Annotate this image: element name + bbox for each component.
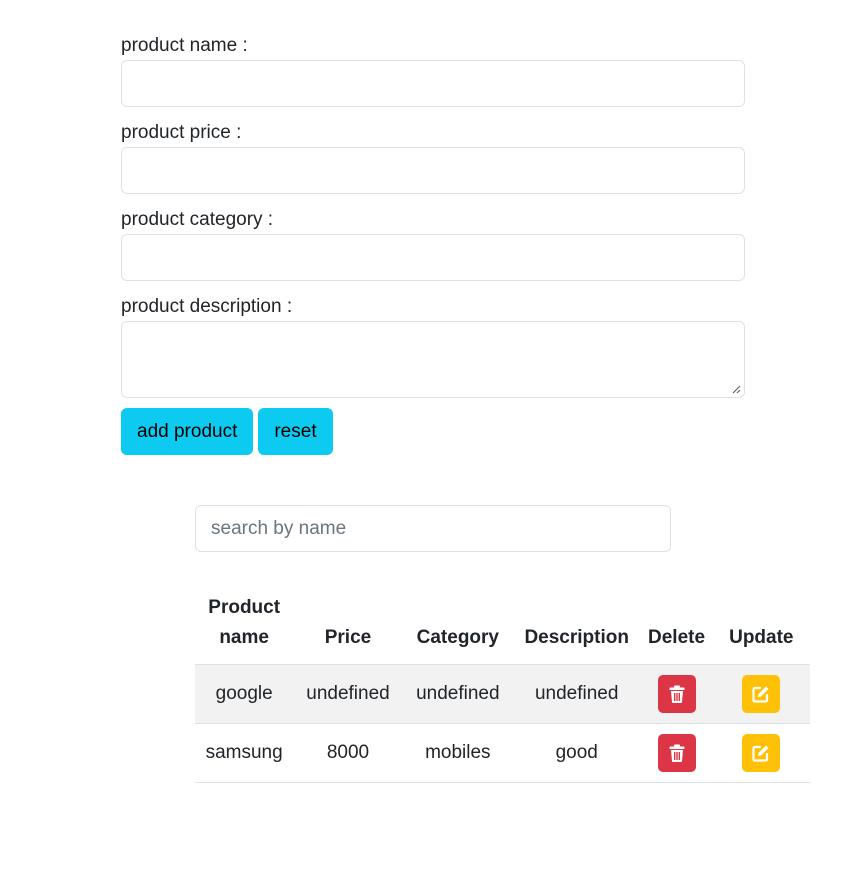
product-name-input[interactable] [121, 60, 745, 107]
product-category-label: product category : [121, 209, 274, 230]
resize-grip-icon[interactable] [731, 384, 741, 394]
table-header-row: Product name Price Category Description … [195, 583, 810, 665]
cell-price: 8000 [293, 723, 403, 783]
product-name-label: product name : [121, 35, 248, 56]
cell-category: undefined [402, 664, 513, 724]
reset-button[interactable]: reset [258, 408, 333, 455]
cell-update [712, 723, 810, 783]
cell-delete [640, 723, 713, 783]
header-price: Price [324, 627, 372, 648]
product-description-textarea[interactable] [121, 321, 745, 398]
table-row: google undefined undefined undefined [195, 664, 810, 724]
product-category-input[interactable] [121, 234, 745, 281]
products-table: Product name Price Category Description … [195, 583, 810, 783]
add-product-button[interactable]: add product [121, 408, 254, 455]
search-input[interactable] [195, 505, 671, 552]
cell-update [712, 664, 810, 724]
update-button[interactable] [742, 675, 781, 713]
edit-icon [752, 686, 769, 703]
product-price-input[interactable] [121, 147, 745, 194]
cell-description: good [513, 723, 641, 783]
cell-price: undefined [293, 664, 403, 724]
header-product-name: Product name [208, 597, 281, 648]
cell-name: samsung [195, 723, 294, 783]
header-delete: Delete [648, 627, 706, 648]
cell-name: google [195, 664, 294, 724]
cell-delete [640, 664, 713, 724]
header-update: Update [729, 627, 794, 648]
product-price-label: product price : [121, 122, 242, 143]
form-actions: add product reset [121, 408, 745, 455]
trash-icon [669, 744, 685, 762]
product-description-label: product description : [121, 296, 293, 317]
cell-category: mobiles [402, 723, 513, 783]
product-form: product name : product price : product c… [121, 34, 745, 455]
header-category: Category [416, 627, 499, 648]
trash-icon [669, 685, 685, 703]
header-description: Description [524, 627, 629, 648]
edit-icon [752, 745, 769, 762]
table-row: samsung 8000 mobiles good [195, 723, 810, 783]
delete-button[interactable] [657, 675, 696, 713]
cell-description: undefined [513, 664, 641, 724]
delete-button[interactable] [657, 734, 696, 772]
update-button[interactable] [742, 734, 781, 772]
